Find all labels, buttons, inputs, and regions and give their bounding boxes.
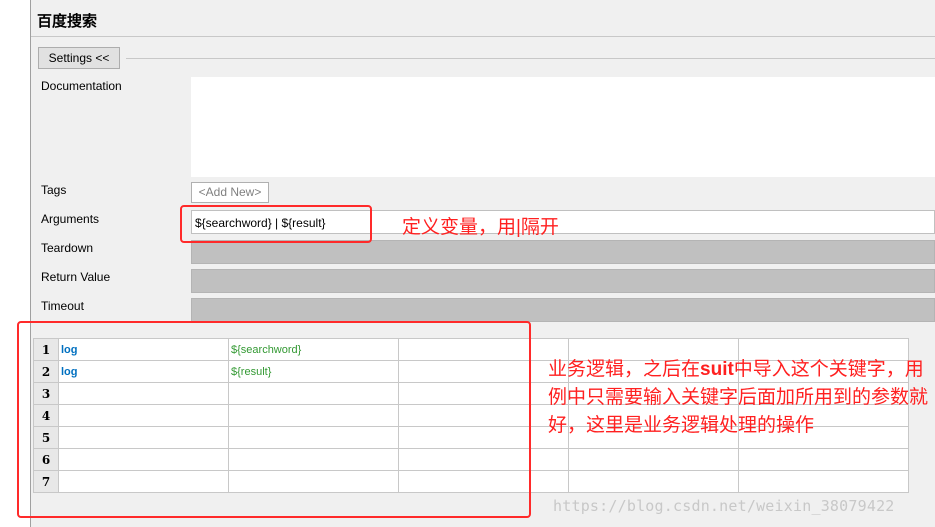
grid-annotation: 业务逻辑，之后在suit中导入这个关键字，用例中只需要输入关键字后面加所用到的参… — [548, 356, 933, 440]
tags-add-new[interactable]: <Add New> — [191, 182, 269, 203]
timeout-field[interactable] — [191, 298, 935, 322]
documentation-label: Documentation — [41, 79, 122, 93]
arguments-annotation: 定义变量，用|隔开 — [402, 217, 559, 238]
return-value-field[interactable] — [191, 269, 935, 293]
arguments-highlight-box — [180, 205, 372, 243]
grid-cell[interactable] — [568, 470, 739, 493]
tags-label: Tags — [41, 183, 67, 197]
page-title: 百度搜索 — [37, 13, 98, 30]
return-value-label: Return Value — [41, 270, 111, 284]
arguments-label: Arguments — [41, 212, 100, 226]
grid-cell[interactable] — [738, 470, 909, 493]
watermark: https://blog.csdn.net/weixin_38079422 — [553, 497, 895, 515]
documentation-field[interactable] — [191, 77, 935, 177]
grid-annotation-part1: 业务逻辑，之后在 — [548, 359, 701, 380]
grid-cell[interactable] — [738, 448, 909, 471]
title-divider — [31, 36, 935, 37]
timeout-label: Timeout — [41, 299, 84, 313]
grid-cell[interactable] — [568, 448, 739, 471]
grid-highlight-box — [17, 321, 531, 518]
grid-annotation-suit: suit — [700, 359, 734, 380]
teardown-label: Teardown — [41, 241, 94, 255]
settings-toggle-button[interactable]: Settings << — [38, 47, 120, 69]
settings-divider — [126, 58, 935, 59]
teardown-field[interactable] — [191, 240, 935, 264]
